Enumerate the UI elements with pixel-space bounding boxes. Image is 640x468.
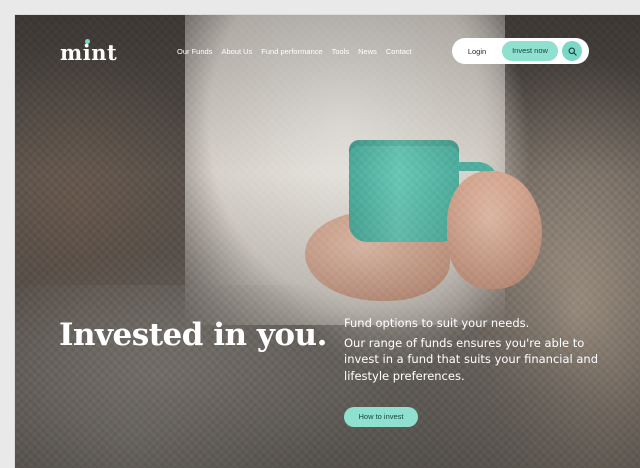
search-icon [567,46,577,56]
main-nav: Our Funds About Us Fund performance Tool… [177,47,412,56]
nav-item-news[interactable]: News [358,47,377,56]
login-button[interactable]: Login [456,47,498,56]
nav-item-about-us[interactable]: About Us [221,47,252,56]
nav-item-our-funds[interactable]: Our Funds [177,47,212,56]
nav-item-tools[interactable]: Tools [332,47,350,56]
hero-subtitle: Fund options to suit your needs. [344,316,530,330]
hero-title: Invested in you. [59,316,327,353]
invest-now-button[interactable]: Invest now [502,41,558,61]
page-frame: mint Our Funds About Us Fund performance… [15,15,640,468]
nav-item-fund-performance[interactable]: Fund performance [261,47,322,56]
nav-item-contact[interactable]: Contact [386,47,412,56]
hero-description: Our range of funds ensures you're able t… [344,335,599,384]
hero-copy: Fund options to suit your needs. Our ran… [344,315,599,385]
site-logo[interactable]: mint [60,39,117,65]
hero-overlay [15,15,640,468]
logo-dot-icon [85,39,90,44]
how-to-invest-button[interactable]: How to invest [344,407,418,427]
search-button[interactable] [562,41,582,61]
auth-pill: Login Invest now [452,38,589,64]
